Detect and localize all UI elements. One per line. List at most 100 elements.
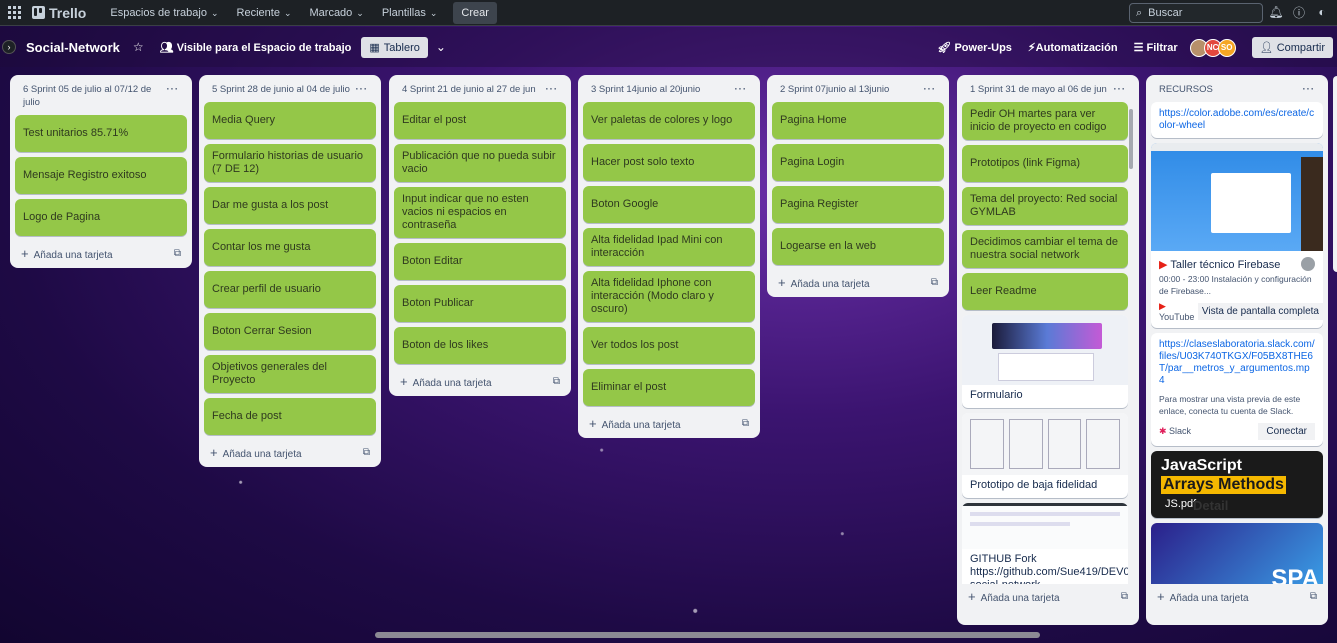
list-scroll-area[interactable]: https://color.adobe.com/es/create/color-… (1151, 102, 1323, 584)
pdf-card[interactable]: JavaScript Arrays Methods JS.pdf Detail (1151, 451, 1323, 518)
slack-card[interactable]: https://claseslaboratoria.slack.com/file… (1151, 333, 1323, 446)
card[interactable]: Dar me gusta a los post (204, 187, 376, 224)
create-button[interactable]: Crear (453, 1, 497, 24)
template-icon[interactable]: ⧉ (1121, 591, 1128, 602)
card[interactable]: Logearse en la web (772, 228, 944, 265)
card[interactable]: Formulario historias de usuario (7 DE 12… (204, 144, 376, 182)
more-icon[interactable]: ··· (167, 83, 180, 109)
list-title[interactable]: 5 Sprint 28 de junio al 04 de julio (212, 83, 350, 96)
add-card-button[interactable]: + Añada una tarjeta ⧉ (1151, 584, 1323, 606)
template-icon[interactable]: ⧉ (742, 418, 749, 429)
more-icon[interactable]: ··· (1303, 83, 1316, 96)
card[interactable]: Contar los me gusta (204, 229, 376, 266)
notifications-icon[interactable]: 🔔︎ (1268, 5, 1283, 19)
card[interactable]: Alta fidelidad Ipad Mini con interacción (583, 228, 755, 266)
add-card-button[interactable]: + Añada una tarjeta ⧉ (204, 440, 376, 462)
list-title[interactable]: 3 Sprint 14junio al 20junio (591, 83, 700, 96)
card[interactable]: Ver todos los post (583, 327, 755, 364)
nav-recent[interactable]: Reciente ⌄ (229, 3, 300, 23)
add-card-button[interactable]: + Añada una tarjeta ⧉ (394, 369, 566, 391)
template-icon[interactable]: ⧉ (174, 248, 181, 259)
card[interactable]: Fecha de post (204, 398, 376, 435)
connect-button[interactable]: Conectar (1258, 423, 1315, 440)
card[interactable]: Decidimos cambiar el tema de nuestra soc… (962, 230, 1128, 268)
card[interactable]: Input indicar que no esten vacios ni esp… (394, 187, 566, 238)
template-icon[interactable]: ⧉ (363, 447, 370, 458)
view-tab-board[interactable]: ▦ Tablero (361, 36, 428, 58)
list-title[interactable]: RECURSOS (1159, 83, 1213, 96)
card[interactable]: Boton de los likes (394, 327, 566, 364)
more-icon[interactable]: ··· (924, 83, 937, 96)
card[interactable]: Editar el post (394, 102, 566, 139)
more-icon[interactable]: ··· (356, 83, 369, 96)
automation-button[interactable]: ⚡︎Automatización (1028, 41, 1118, 54)
card[interactable]: Pedir OH martes para ver inicio de proye… (962, 102, 1128, 140)
more-icon[interactable]: ··· (546, 83, 559, 96)
card[interactable]: Pagina Register (772, 186, 944, 223)
list-title[interactable]: 2 Sprint 07junio al 13junio (780, 83, 889, 96)
card[interactable]: Crear perfil de usuario (204, 271, 376, 308)
board-title[interactable]: Social-Network (26, 40, 120, 55)
card[interactable]: Test unitarios 85.71% (15, 115, 187, 152)
card[interactable]: Boton Editar (394, 243, 566, 280)
list-title[interactable]: 4 Sprint 21 de junio al 27 de jun (402, 83, 536, 96)
card[interactable]: Pagina Home (772, 102, 944, 139)
card[interactable]: Ver paletas de colores y logo (583, 102, 755, 139)
image-card[interactable]: GITHUB Fork https://github.com/Sue419/DE… (962, 503, 1128, 584)
card[interactable]: Eliminar el post (583, 369, 755, 406)
list-scrollbar[interactable] (1129, 109, 1133, 169)
card[interactable]: Alta fidelidad Iphone con interacción (M… (583, 271, 755, 322)
list-title[interactable]: 1 Sprint 31 de mayo al 06 de jun (970, 83, 1107, 96)
theme-icon[interactable]: ◐ (1315, 5, 1329, 19)
star-icon[interactable]: ☆ (133, 40, 144, 54)
board-horizontal-scrollbar[interactable] (375, 632, 1040, 638)
card[interactable]: Publicación que no pueda subir vacio (394, 144, 566, 182)
card[interactable]: Media Query (204, 102, 376, 139)
card[interactable]: Objetivos generales del Proyecto (204, 355, 376, 393)
template-icon[interactable]: ⧉ (553, 376, 560, 387)
add-card-button[interactable]: + Añada una tarjeta ⧉ (962, 584, 1134, 606)
help-icon[interactable]: ⓘ (1292, 5, 1306, 20)
card[interactable]: Logo de Pagina (15, 199, 187, 236)
powerups-button[interactable]: 🚀︎ Power-Ups (937, 41, 1012, 54)
card[interactable]: Pagina Login (772, 144, 944, 181)
link-card[interactable]: https://color.adobe.com/es/create/color-… (1151, 102, 1323, 138)
fullscreen-button[interactable]: Vista de pantalla completa (1197, 303, 1323, 320)
nav-templates[interactable]: Plantillas ⌄ (374, 3, 446, 23)
card-link[interactable]: https://color.adobe.com/es/create/color-… (1151, 102, 1323, 138)
card[interactable]: Boton Publicar (394, 285, 566, 322)
search-input[interactable]: ⌕ Buscar (1129, 3, 1263, 23)
app-switcher-icon[interactable] (8, 6, 22, 20)
nav-workspaces[interactable]: Espacios de trabajo ⌄ (102, 3, 226, 23)
template-icon[interactable]: ⧉ (931, 277, 938, 288)
card[interactable]: Leer Readme (962, 273, 1128, 310)
add-card-button[interactable]: + Añada una tarjeta ⧉ (583, 411, 755, 433)
card[interactable]: Boton Google (583, 186, 755, 223)
avatar[interactable]: SO (1217, 38, 1236, 57)
image-card[interactable]: Formulario (962, 315, 1128, 408)
card[interactable]: Mensaje Registro exitoso (15, 157, 187, 194)
next-list-edge (1333, 76, 1337, 272)
filter-button[interactable]: ☰ Filtrar (1134, 41, 1178, 54)
image-card[interactable]: Prototipo de baja fidelidad (962, 413, 1128, 498)
more-icon[interactable]: ··· (735, 83, 748, 96)
card[interactable]: Boton Cerrar Sesion (204, 313, 376, 350)
card-link[interactable]: https://claseslaboratoria.slack.com/file… (1151, 333, 1323, 393)
template-icon[interactable]: ⧉ (1310, 591, 1317, 602)
card[interactable]: Prototipos (link Figma) (962, 145, 1128, 182)
youtube-card[interactable]: ▶ Taller técnico Firebase 00:00 - 23:00 … (1151, 143, 1323, 328)
card[interactable]: Tema del proyecto: Red social GYMLAB (962, 187, 1128, 225)
add-card-button[interactable]: + Añada una tarjeta ⧉ (772, 270, 944, 292)
more-icon[interactable]: ··· (1114, 83, 1127, 96)
image-card[interactable]: SPA (1151, 523, 1323, 584)
chevron-down-icon[interactable]: ⌄ (436, 40, 446, 54)
list-scroll-area[interactable]: Pedir OH martes para ver inicio de proye… (962, 102, 1134, 584)
sidebar-toggle-icon[interactable]: › (2, 40, 16, 54)
card[interactable]: Hacer post solo texto (583, 144, 755, 181)
visibility-button[interactable]: 👥︎ Visible para el Espacio de trabajo (160, 41, 352, 54)
share-button[interactable]: 👤︎ Compartir (1251, 37, 1333, 58)
list-title[interactable]: 6 Sprint 05 de julio al 07/12 de julio (23, 83, 167, 109)
trello-logo[interactable]: Trello (32, 5, 86, 21)
add-card-button[interactable]: + Añada una tarjeta ⧉ (15, 241, 187, 263)
nav-starred[interactable]: Marcado ⌄ (302, 3, 372, 23)
